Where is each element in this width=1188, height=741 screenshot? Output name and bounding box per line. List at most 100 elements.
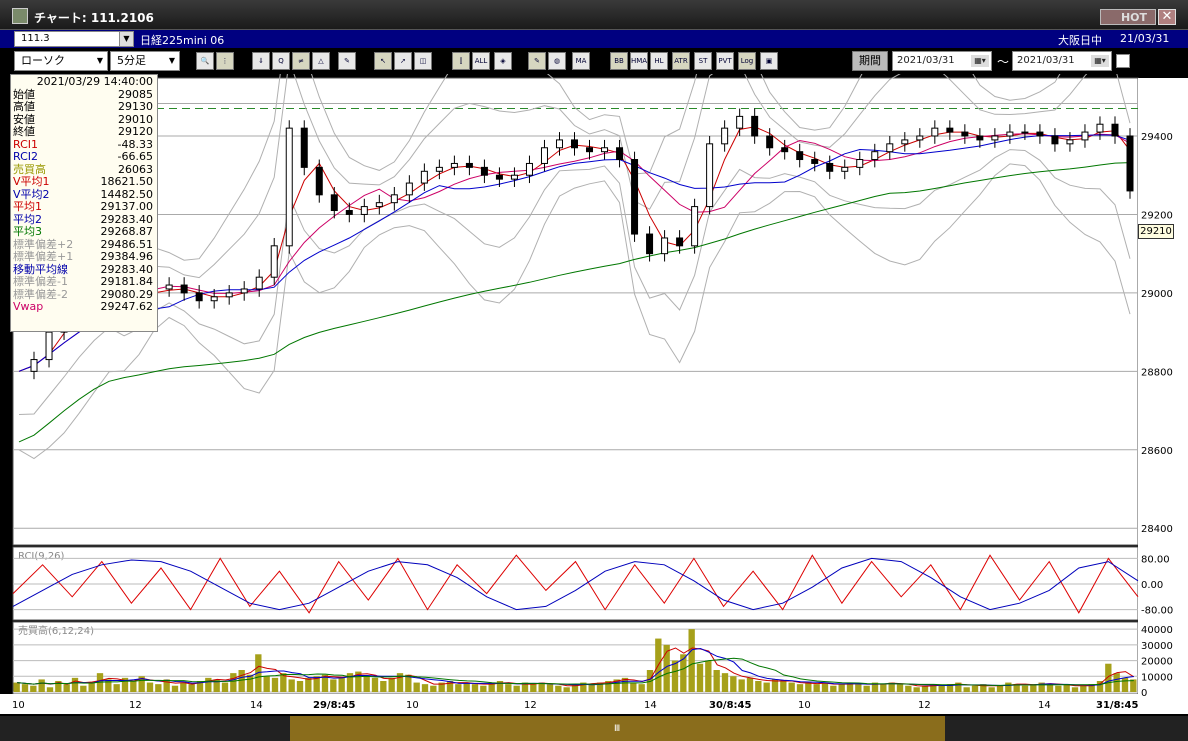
volume-bar bbox=[30, 685, 37, 692]
candle-body bbox=[480, 166, 488, 176]
toolbar-button[interactable]: ATR bbox=[672, 52, 690, 70]
chart-type-select[interactable]: ローソク ▼ bbox=[14, 51, 108, 71]
toolbar-button[interactable]: ALL bbox=[472, 52, 490, 70]
date-to-input[interactable]: 2021/03/31 ▦▾ bbox=[1012, 51, 1112, 71]
volume-bar bbox=[221, 682, 229, 692]
candle-body bbox=[856, 159, 864, 168]
toolbar-button[interactable]: ✎ bbox=[528, 52, 546, 70]
toolbar-button[interactable]: HMA bbox=[630, 52, 648, 70]
volume-bar bbox=[1113, 673, 1120, 692]
toolbar-button[interactable]: Q bbox=[272, 52, 290, 70]
volume-bar bbox=[696, 663, 704, 692]
volume-bar bbox=[838, 684, 845, 692]
data-window: 2021/03/29 14:40:00 始値 29085 高値 29130 安値 2901… bbox=[10, 74, 158, 332]
tick-label: 28600 bbox=[1141, 446, 1173, 457]
candle-body bbox=[631, 159, 639, 235]
toolbar-button[interactable]: ≠ bbox=[292, 52, 310, 70]
tick-label: 29200 bbox=[1141, 210, 1173, 221]
data-window-row: Vwap 29247.62 bbox=[13, 300, 155, 314]
row-value: 29181.84 bbox=[100, 275, 154, 288]
volume-bar bbox=[671, 660, 679, 692]
volume-bar bbox=[821, 682, 829, 692]
chart-type-value: ローソク bbox=[21, 54, 65, 67]
session-date: 21/03/31 bbox=[1120, 32, 1170, 45]
toolbar-button[interactable]: ▣ bbox=[760, 52, 778, 70]
option-checkbox[interactable] bbox=[1116, 54, 1130, 68]
toolbar-button[interactable]: ✎ bbox=[338, 52, 356, 70]
calendar-icon[interactable]: ▦▾ bbox=[971, 55, 989, 67]
time-label: 31/8:45 bbox=[1096, 700, 1138, 711]
candle-body bbox=[1066, 139, 1074, 145]
volume-bar bbox=[238, 670, 245, 692]
toolbar-button[interactable]: BB bbox=[610, 52, 628, 70]
date-from-input[interactable]: 2021/03/31 ▦▾ bbox=[892, 51, 992, 71]
candle-body bbox=[751, 115, 759, 137]
candle-body bbox=[540, 147, 548, 164]
volume-bar bbox=[755, 681, 762, 692]
period-button[interactable]: 期間 bbox=[852, 51, 888, 71]
toolbar-button[interactable]: MA bbox=[572, 52, 590, 70]
candle-body bbox=[525, 162, 533, 176]
chart-area[interactable]: Ⅲ 29400 29200 29000 28800 28600 28400 RCI(9,26)… bbox=[0, 74, 1188, 741]
volume-bar bbox=[63, 684, 70, 692]
volume-bar bbox=[188, 684, 195, 692]
chevron-down-icon[interactable]: ▼ bbox=[119, 32, 133, 46]
toolbar-button[interactable]: ⇓ bbox=[252, 52, 270, 70]
candle-body bbox=[555, 139, 563, 149]
toolbar-button[interactable]: ⋮ bbox=[216, 52, 234, 70]
candle-body bbox=[1096, 123, 1104, 133]
volume-bar bbox=[963, 687, 970, 692]
candle-body bbox=[661, 237, 669, 255]
tick-label: 28400 bbox=[1141, 524, 1173, 535]
close-icon[interactable]: ✕ bbox=[1158, 9, 1176, 25]
chevron-down-icon: ▼ bbox=[168, 56, 175, 65]
volume-bar bbox=[630, 682, 637, 692]
candle-body bbox=[1111, 123, 1119, 137]
toolbar-button[interactable]: 🔍 bbox=[196, 52, 214, 70]
chart-svg[interactable]: Ⅲ 29400 29200 29000 28800 28600 28400 RCI(9,26)… bbox=[0, 74, 1188, 741]
volume-bar bbox=[380, 681, 387, 692]
candle-body bbox=[165, 284, 173, 290]
candle-body bbox=[916, 135, 924, 141]
toolbar-button[interactable]: PVT bbox=[716, 52, 734, 70]
candle-body bbox=[1006, 131, 1014, 137]
row-label: 平均1 bbox=[13, 200, 42, 213]
toolbar-button[interactable]: ST bbox=[694, 52, 712, 70]
time-label: 10 bbox=[798, 700, 811, 711]
volume-bar bbox=[388, 677, 395, 692]
time-label: 12 bbox=[918, 700, 931, 711]
interval-select[interactable]: 5分足 ▼ bbox=[110, 51, 180, 71]
data-window-row: 高値 29130 bbox=[13, 100, 155, 114]
calendar-icon[interactable]: ▦▾ bbox=[1091, 55, 1109, 67]
volume-bar bbox=[180, 682, 187, 692]
toolbar-button[interactable]: Log bbox=[738, 52, 756, 70]
toolbar-button[interactable]: △ bbox=[312, 52, 330, 70]
toolbar-button[interactable]: ↖ bbox=[374, 52, 392, 70]
volume-bar bbox=[555, 685, 562, 692]
toolbar-button[interactable]: ⫿ bbox=[452, 52, 470, 70]
app-icon bbox=[12, 8, 28, 24]
toolbar-button[interactable]: ◫ bbox=[414, 52, 432, 70]
toolbar-button[interactable]: HL bbox=[650, 52, 668, 70]
candle-body bbox=[736, 115, 744, 129]
data-window-row: 標準偏差+1 29384.96 bbox=[13, 250, 155, 264]
row-label: 標準偏差-1 bbox=[13, 275, 68, 288]
symbol-select[interactable]: 111.3 ▼ bbox=[14, 31, 134, 47]
volume-bar bbox=[421, 684, 429, 692]
volume-bar bbox=[830, 685, 837, 692]
volume-bar bbox=[563, 687, 570, 692]
volume-bar bbox=[146, 682, 154, 692]
time-label: 14 bbox=[1038, 700, 1051, 711]
toolbar-button[interactable]: ➚ bbox=[394, 52, 412, 70]
hot-button[interactable]: HOT bbox=[1100, 9, 1156, 25]
scroll-grip-icon: Ⅲ bbox=[614, 724, 620, 734]
toolbar-button[interactable]: ◈ bbox=[494, 52, 512, 70]
volume-bar bbox=[638, 684, 645, 692]
volume-bar bbox=[530, 684, 537, 692]
toolbar-button[interactable]: ◍ bbox=[548, 52, 566, 70]
candle-body bbox=[285, 127, 293, 247]
candle-body bbox=[300, 127, 308, 168]
volume-bar bbox=[271, 677, 279, 692]
cursor-datetime: 2021/03/29 14:40:00 bbox=[36, 75, 153, 88]
tick-label: 0 bbox=[1141, 688, 1147, 699]
